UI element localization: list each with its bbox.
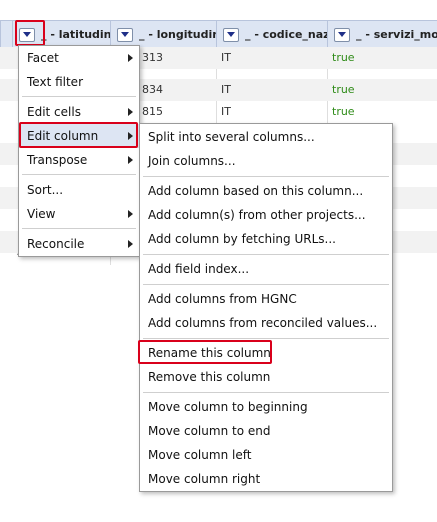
menu-item-label: Add column based on this column... bbox=[148, 184, 364, 198]
submenu-arrow-icon bbox=[128, 132, 133, 140]
menu-item-add-column-based[interactable]: Add column based on this column... bbox=[140, 179, 392, 203]
menu-item-edit-column[interactable]: Edit column bbox=[19, 124, 139, 148]
menu-item-add-field-index[interactable]: Add field index... bbox=[140, 257, 392, 281]
menu-item-rename-column[interactable]: Rename this column bbox=[140, 341, 392, 365]
cell-servizi-mobili[interactable]: true bbox=[327, 101, 437, 123]
column-dropdown-servizi-mobili[interactable] bbox=[334, 27, 350, 42]
chevron-down-icon bbox=[227, 31, 235, 37]
menu-item-move-to-beginning[interactable]: Move column to beginning bbox=[140, 395, 392, 419]
column-label: _ - servizi_mobil bbox=[356, 28, 437, 41]
menu-separator bbox=[22, 174, 136, 175]
edit-column-submenu: Split into several columns... Join colum… bbox=[139, 123, 393, 492]
menu-item-label: Sort... bbox=[27, 183, 64, 197]
column-dropdown-longitudine[interactable] bbox=[117, 27, 133, 42]
cell-servizi-mobili[interactable]: true bbox=[327, 79, 437, 101]
submenu-arrow-icon bbox=[128, 240, 133, 248]
column-header-latitudine[interactable]: _ - latitudine bbox=[12, 21, 110, 48]
submenu-arrow-icon bbox=[128, 108, 133, 116]
cell-longitudine[interactable]: 834 bbox=[138, 79, 216, 101]
column-header-longitudine[interactable]: _ - longitudine bbox=[110, 21, 216, 48]
menu-item-facet[interactable]: Facet bbox=[19, 46, 139, 70]
cell-codice-nazione[interactable]: IT bbox=[216, 79, 327, 101]
column-label: _ - longitudine bbox=[139, 28, 216, 41]
menu-item-split-columns[interactable]: Split into several columns... bbox=[140, 125, 392, 149]
cell-longitudine[interactable]: 815 bbox=[138, 101, 216, 123]
menu-item-edit-cells[interactable]: Edit cells bbox=[19, 100, 139, 124]
cell-longitudine[interactable]: 313 bbox=[138, 47, 216, 69]
submenu-arrow-icon bbox=[128, 210, 133, 218]
menu-item-label: Remove this column bbox=[148, 370, 271, 384]
menu-item-view[interactable]: View bbox=[19, 202, 139, 226]
column-header-servizi-mobili[interactable]: _ - servizi_mobil bbox=[327, 21, 437, 48]
menu-item-label: Join columns... bbox=[148, 154, 236, 168]
menu-item-label: View bbox=[27, 207, 56, 221]
chevron-down-icon bbox=[121, 31, 129, 37]
menu-separator bbox=[143, 392, 389, 393]
menu-item-transpose[interactable]: Transpose bbox=[19, 148, 139, 172]
column-dropdown-codice-nazione[interactable] bbox=[223, 27, 239, 42]
menu-item-add-columns-reconciled[interactable]: Add columns from reconciled values... bbox=[140, 311, 392, 335]
menu-item-label: Add column(s) from other projects... bbox=[148, 208, 366, 222]
menu-item-reconcile[interactable]: Reconcile bbox=[19, 232, 139, 256]
menu-item-label: Transpose bbox=[27, 153, 88, 167]
menu-separator bbox=[143, 176, 389, 177]
menu-item-label: Add columns from HGNC bbox=[148, 292, 297, 306]
menu-item-label: Facet bbox=[27, 51, 59, 65]
cell-servizi-mobili[interactable]: true bbox=[327, 47, 437, 69]
submenu-arrow-icon bbox=[128, 156, 133, 164]
menu-separator bbox=[143, 284, 389, 285]
column-menu: Facet Text filter Edit cells Edit column… bbox=[18, 45, 140, 257]
menu-item-label: Move column right bbox=[148, 472, 261, 486]
menu-item-move-to-end[interactable]: Move column to end bbox=[140, 419, 392, 443]
menu-item-add-columns-other-projects[interactable]: Add column(s) from other projects... bbox=[140, 203, 392, 227]
menu-item-move-left[interactable]: Move column left bbox=[140, 443, 392, 467]
menu-separator bbox=[143, 254, 389, 255]
column-header-codice-nazione[interactable]: _ - codice_nazio bbox=[216, 21, 327, 48]
menu-item-remove-column[interactable]: Remove this column bbox=[140, 365, 392, 389]
menu-separator bbox=[22, 96, 136, 97]
column-label: _ - codice_nazio bbox=[245, 28, 327, 41]
menu-item-label: Reconcile bbox=[27, 237, 85, 251]
menu-item-label: Move column left bbox=[148, 448, 252, 462]
menu-item-label: Rename this column bbox=[148, 346, 271, 360]
menu-item-label: Move column to end bbox=[148, 424, 271, 438]
menu-item-label: Move column to beginning bbox=[148, 400, 308, 414]
menu-item-label: Edit column bbox=[27, 129, 99, 143]
menu-item-label: Split into several columns... bbox=[148, 130, 315, 144]
menu-item-label: Add field index... bbox=[148, 262, 250, 276]
menu-item-move-right[interactable]: Move column right bbox=[140, 467, 392, 491]
menu-item-add-columns-hgnc[interactable]: Add columns from HGNC bbox=[140, 287, 392, 311]
chevron-down-icon bbox=[23, 31, 31, 37]
chevron-down-icon bbox=[338, 31, 346, 37]
cell-codice-nazione[interactable]: IT bbox=[216, 47, 327, 69]
submenu-arrow-icon bbox=[128, 54, 133, 62]
menu-item-join-columns[interactable]: Join columns... bbox=[140, 149, 392, 173]
menu-item-label: Text filter bbox=[27, 75, 83, 89]
menu-item-text-filter[interactable]: Text filter bbox=[19, 70, 139, 94]
menu-separator bbox=[22, 228, 136, 229]
menu-separator bbox=[143, 338, 389, 339]
menu-item-label: Add columns from reconciled values... bbox=[148, 316, 378, 330]
column-label: _ - latitudine bbox=[41, 28, 110, 41]
column-dropdown-latitudine[interactable] bbox=[19, 27, 35, 42]
row-index-header bbox=[0, 21, 12, 48]
menu-item-add-column-fetching-urls[interactable]: Add column by fetching URLs... bbox=[140, 227, 392, 251]
menu-item-label: Edit cells bbox=[27, 105, 81, 119]
menu-item-sort[interactable]: Sort... bbox=[19, 178, 139, 202]
cell-codice-nazione[interactable]: IT bbox=[216, 101, 327, 123]
menu-item-label: Add column by fetching URLs... bbox=[148, 232, 336, 246]
